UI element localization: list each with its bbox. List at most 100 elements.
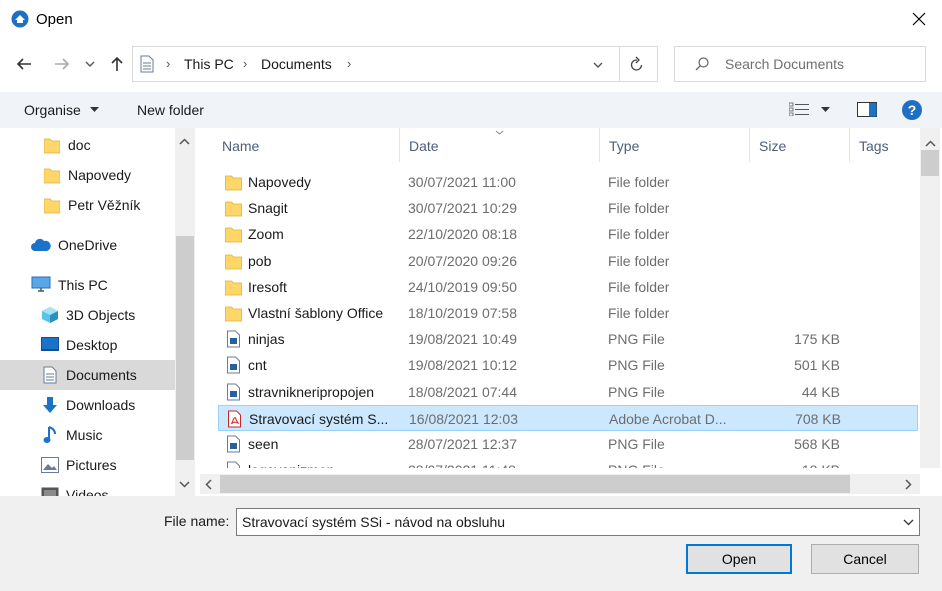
- sidebar-item-doc[interactable]: doc: [0, 130, 175, 160]
- sidebar-item-3d-objects[interactable]: 3D Objects: [0, 300, 175, 330]
- search-input[interactable]: Search Documents: [674, 46, 926, 82]
- file-name: Vlastní šablony Office: [248, 305, 384, 321]
- preview-pane-icon[interactable]: [857, 102, 877, 117]
- file-type: File folder: [608, 226, 670, 243]
- file-row[interactable]: logovanizmen 28/07/2021 11:48 PNG File 18 K…: [218, 457, 918, 468]
- sidebar-item-music[interactable]: Music: [0, 420, 175, 450]
- file-row[interactable]: Vlastní šablony Office 18/10/2019 07:58 Fi…: [218, 300, 918, 326]
- file-type: PNG File: [608, 462, 665, 468]
- address-bar[interactable]: › This PC › Documents ›: [132, 46, 658, 82]
- file-date: 19/08/2021 10:12: [408, 357, 517, 374]
- chevron-down-icon[interactable]: [593, 62, 603, 68]
- file-row[interactable]: pob 20/07/2020 09:26 File folder: [218, 248, 918, 274]
- folder-icon: [225, 201, 242, 217]
- new-folder-button[interactable]: New folder: [137, 102, 204, 118]
- folder-icon: [44, 138, 60, 154]
- help-icon[interactable]: ?: [902, 100, 922, 120]
- cube-icon: [42, 307, 58, 323]
- sidebar-item-onedrive[interactable]: OneDrive: [0, 230, 175, 260]
- cancel-button[interactable]: Cancel: [811, 544, 919, 574]
- refresh-icon[interactable]: [630, 56, 644, 72]
- file-type: PNG File: [608, 357, 665, 374]
- scroll-right-icon[interactable]: [905, 479, 912, 490]
- folder-icon: [225, 306, 242, 322]
- breadcrumb-separator: ›: [347, 56, 352, 71]
- pictures-icon: [41, 457, 59, 473]
- file-row[interactable]: cnt 19/08/2021 10:12 PNG File 501 KB: [218, 352, 918, 378]
- sidebar-item-pictures[interactable]: Pictures: [0, 450, 175, 480]
- up-button[interactable]: [103, 50, 131, 78]
- breadcrumb-documents[interactable]: Documents: [261, 56, 332, 72]
- sidebar-item-label: Documents: [66, 367, 137, 383]
- sidebar-item-downloads[interactable]: Downloads: [0, 390, 175, 420]
- folder-icon: [44, 168, 60, 184]
- file-row[interactable]: Zoom 22/10/2020 08:18 File folder: [218, 221, 918, 247]
- image-file-icon: [227, 383, 240, 401]
- column-header-size[interactable]: Size: [759, 138, 786, 154]
- file-size: 708 KB: [795, 410, 841, 427]
- organise-button[interactable]: Organise: [24, 102, 81, 118]
- scroll-up-icon[interactable]: [179, 138, 190, 145]
- image-file-icon: [227, 356, 240, 374]
- file-type: File folder: [608, 278, 670, 295]
- file-list-vertical-scrollbar-thumb[interactable]: [921, 150, 939, 176]
- file-name-field[interactable]: Stravovací systém SSi - návod na obsluhu: [236, 508, 920, 536]
- file-row[interactable]: stravnikneripropojen 18/08/2021 07:44 PNG …: [218, 379, 918, 405]
- navigation-scrollbar-thumb[interactable]: [176, 236, 194, 460]
- file-row[interactable]: ninjas 19/08/2021 10:49 PNG File 175 KB: [218, 326, 918, 352]
- column-divider[interactable]: [599, 128, 600, 162]
- file-row[interactable]: seen 28/07/2021 12:37 PNG File 568 KB: [218, 431, 918, 457]
- file-size: 175 KB: [794, 331, 840, 348]
- chevron-down-icon[interactable]: [903, 519, 914, 526]
- scroll-down-icon[interactable]: [179, 481, 190, 488]
- sidebar-item-label: Videos: [66, 487, 109, 496]
- forward-button[interactable]: [48, 50, 76, 78]
- file-row[interactable]: Napovedy 30/07/2021 11:00 File folder: [218, 169, 918, 195]
- scroll-up-icon[interactable]: [925, 140, 936, 147]
- file-date: 19/08/2021 10:49: [408, 331, 517, 348]
- details-view-icon[interactable]: [789, 102, 809, 116]
- arrow-left-icon: [16, 58, 31, 70]
- column-header-tags[interactable]: Tags: [859, 138, 889, 154]
- file-date: 18/10/2019 07:58: [408, 305, 517, 321]
- videos-icon: [41, 487, 59, 496]
- file-list-horizontal-scrollbar-thumb[interactable]: [220, 475, 850, 493]
- sidebar-item-videos[interactable]: Videos: [0, 480, 175, 496]
- column-divider[interactable]: [849, 128, 850, 162]
- file-name: Iresoft: [248, 278, 287, 295]
- breadcrumb-this-pc[interactable]: This PC: [184, 56, 234, 72]
- sidebar-item-label: doc: [68, 137, 91, 153]
- sidebar-item-napovedy[interactable]: Napovedy: [0, 160, 175, 190]
- file-name: cnt: [248, 357, 267, 374]
- sidebar-item-petr-veznik[interactable]: Petr Věžník: [0, 190, 175, 220]
- close-icon: [912, 12, 926, 26]
- file-date: 28/07/2021 11:48: [408, 462, 516, 468]
- file-date: 16/08/2021 12:03: [409, 410, 518, 427]
- file-name: Zoom: [248, 226, 284, 243]
- file-name: Napovedy: [248, 174, 312, 190]
- file-row[interactable]: Stravovací systém S... 16/08/2021 12:03 Ad…: [218, 404, 918, 431]
- column-header-type[interactable]: Type: [609, 138, 639, 154]
- file-row[interactable]: Snagit 30/07/2021 10:29 File folder: [218, 195, 918, 221]
- recent-locations-button[interactable]: [80, 50, 100, 78]
- sidebar-item-documents[interactable]: Documents: [0, 360, 175, 390]
- sidebar-item-this-pc[interactable]: This PC: [0, 270, 175, 300]
- back-button[interactable]: [10, 50, 38, 78]
- sidebar-item-desktop[interactable]: Desktop: [0, 330, 175, 360]
- desktop-icon: [41, 337, 59, 351]
- scroll-left-icon[interactable]: [205, 479, 212, 490]
- file-size: 568 KB: [794, 436, 840, 452]
- close-button[interactable]: [904, 5, 934, 33]
- open-button[interactable]: Open: [686, 544, 792, 574]
- column-header-date[interactable]: Date: [409, 138, 439, 154]
- folder-icon: [225, 175, 242, 191]
- sidebar-item-label: Pictures: [66, 457, 117, 473]
- file-type: File folder: [608, 174, 670, 190]
- column-divider[interactable]: [749, 128, 750, 162]
- caret-down-icon[interactable]: [821, 107, 830, 112]
- file-row[interactable]: Iresoft 24/10/2019 09:50 File folder: [218, 274, 918, 300]
- column-header-name[interactable]: Name: [222, 138, 259, 154]
- file-list-vertical-scrollbar[interactable]: [920, 128, 940, 468]
- file-type: Adobe Acrobat D...: [609, 410, 727, 427]
- column-divider[interactable]: [399, 128, 400, 162]
